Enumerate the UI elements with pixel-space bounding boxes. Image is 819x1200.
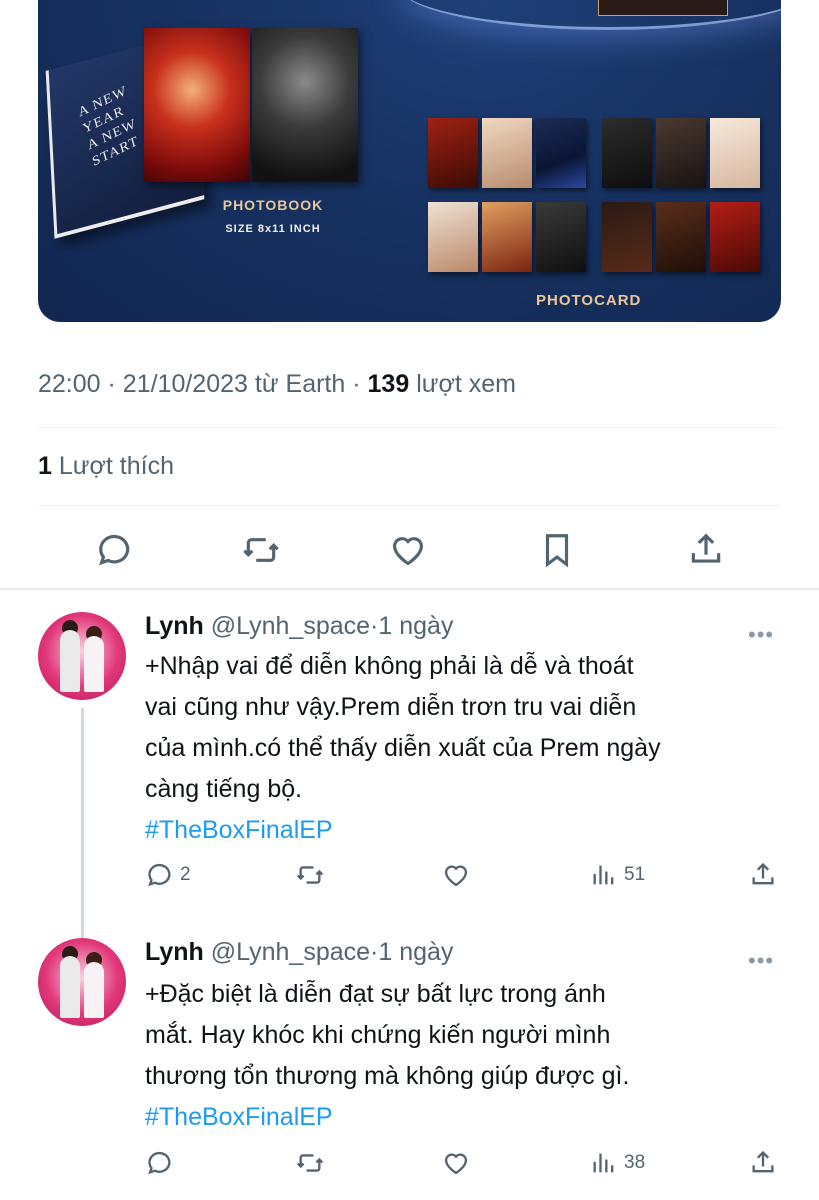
reply-header: Lynh @Lynh_space·1 ngày (145, 612, 454, 640)
photocard (602, 118, 652, 188)
tweet-source: Earth (285, 370, 346, 398)
reply-text-line: +Nhập vai để diễn không phải là dễ và th… (145, 652, 634, 680)
like-button[interactable] (442, 1146, 470, 1180)
share-button[interactable] (749, 858, 777, 892)
tweet-time[interactable]: 22:00 (38, 370, 101, 398)
reply-text: +Nhập vai để diễn không phải là dễ và th… (145, 646, 661, 851)
author-handle[interactable]: @Lynh_space (211, 938, 370, 966)
retweet-icon (296, 1154, 324, 1172)
tweet-source-prefix: từ (254, 370, 279, 398)
like-icon (444, 865, 468, 887)
photocard (602, 202, 652, 272)
retweet-icon (296, 866, 324, 884)
hashtag-link[interactable]: #TheBoxFinalEP (145, 1097, 629, 1138)
share-icon (691, 533, 721, 563)
reply-button[interactable] (90, 525, 140, 575)
author-name[interactable]: Lynh (145, 938, 204, 966)
reply-text-line: mắt. Hay khóc khi chứng kiến người mình (145, 1021, 611, 1049)
retweet-icon (243, 538, 279, 562)
like-icon (444, 1153, 468, 1175)
view-count: 51 (624, 864, 646, 885)
photocard (656, 202, 706, 272)
share-button[interactable] (749, 1146, 777, 1180)
photobook-label: PHOTOBOOK (222, 197, 324, 213)
divider (38, 505, 781, 506)
reply-icon (99, 534, 130, 566)
reply-action-bar: 38 (0, 1146, 819, 1180)
reply-header: Lynh @Lynh_space·1 ngày (145, 938, 454, 966)
share-icon (752, 1150, 774, 1173)
photocard (710, 202, 760, 272)
author-name[interactable]: Lynh (145, 612, 204, 640)
photobook-page-right (252, 28, 358, 182)
like-button[interactable] (442, 858, 470, 892)
bookmark-icon (545, 534, 569, 568)
tweet-view-label: lượt xem (416, 370, 516, 398)
photocard (428, 118, 478, 188)
views-button[interactable]: 38 (590, 1146, 645, 1180)
avatar[interactable] (38, 938, 126, 1026)
tweet-view-count: 139 (367, 370, 410, 398)
avatar[interactable] (38, 612, 126, 700)
reply-text-line: càng tiếng bộ. (145, 775, 303, 803)
reply-text-line: +Đặc biệt là diễn đạt sự bất lực trong á… (145, 980, 606, 1008)
like-button[interactable] (383, 525, 433, 575)
photobook-page-left (144, 28, 250, 182)
photobook-size: SIZE 8x11 INCH (225, 223, 321, 235)
reply-action-bar: 2 51 (0, 858, 819, 892)
reply-text-line: vai cũng như vậy.Prem diễn trơn tru vai … (145, 693, 637, 721)
more-options-icon[interactable]: ••• (748, 948, 774, 974)
author-handle[interactable]: @Lynh_space (211, 612, 370, 640)
reply-time[interactable]: 1 ngày (378, 612, 453, 640)
photocard (536, 118, 586, 188)
tweet-date[interactable]: 21/10/2023 (123, 370, 248, 398)
tweet-action-bar (38, 525, 781, 575)
tweet-meta: 22:00 · 21/10/2023 từ Earth · 139 lượt x… (38, 370, 516, 398)
photocard (656, 118, 706, 188)
retweet-button[interactable] (296, 858, 324, 892)
photocard-row (428, 118, 778, 188)
share-icon (752, 862, 774, 885)
hashtag-link[interactable]: #TheBoxFinalEP (145, 810, 661, 851)
reply-time[interactable]: 1 ngày (378, 938, 453, 966)
section-divider (0, 588, 819, 590)
view-count: 38 (624, 1152, 646, 1173)
reply-button[interactable] (146, 1146, 180, 1180)
photocard-grid (428, 118, 778, 286)
reply-count: 2 (180, 864, 191, 885)
analytics-icon (593, 865, 614, 885)
retweet-button[interactable] (236, 525, 286, 575)
divider (38, 427, 781, 428)
photocard (710, 118, 760, 188)
retweet-button[interactable] (296, 1146, 324, 1180)
likes-label: Lượt thích (58, 452, 174, 480)
photocard (428, 202, 478, 272)
photocard-label: PHOTOCARD (536, 292, 642, 309)
views-button[interactable]: 51 (590, 858, 645, 892)
photocard-row (428, 202, 778, 272)
more-options-icon[interactable]: ••• (748, 622, 774, 648)
likes-count: 1 (38, 452, 52, 480)
reply-icon (148, 863, 171, 887)
photocard (482, 118, 532, 188)
thread-connector-line (81, 708, 84, 944)
tweet-likes[interactable]: 1 Lượt thích (38, 452, 174, 481)
photocard (536, 202, 586, 272)
like-icon (392, 537, 424, 566)
reply-text-line: của mình.có thể thấy diễn xuất của Prem … (145, 734, 661, 762)
reply-text-line: thương tổn thương mà không giúp được gì. (145, 1062, 630, 1090)
analytics-icon (593, 1153, 614, 1173)
bookmark-button[interactable] (532, 525, 582, 575)
tweet-media-image[interactable]: A NEW YEAR A NEW START PHOTOBOOK SIZE 8x… (38, 0, 781, 322)
share-button[interactable] (681, 525, 731, 575)
photocard (482, 202, 532, 272)
reply-button[interactable]: 2 (146, 858, 191, 892)
reply-icon (148, 1151, 171, 1175)
reply-text: +Đặc biệt là diễn đạt sự bất lực trong á… (145, 974, 629, 1138)
product-box (598, 0, 728, 16)
